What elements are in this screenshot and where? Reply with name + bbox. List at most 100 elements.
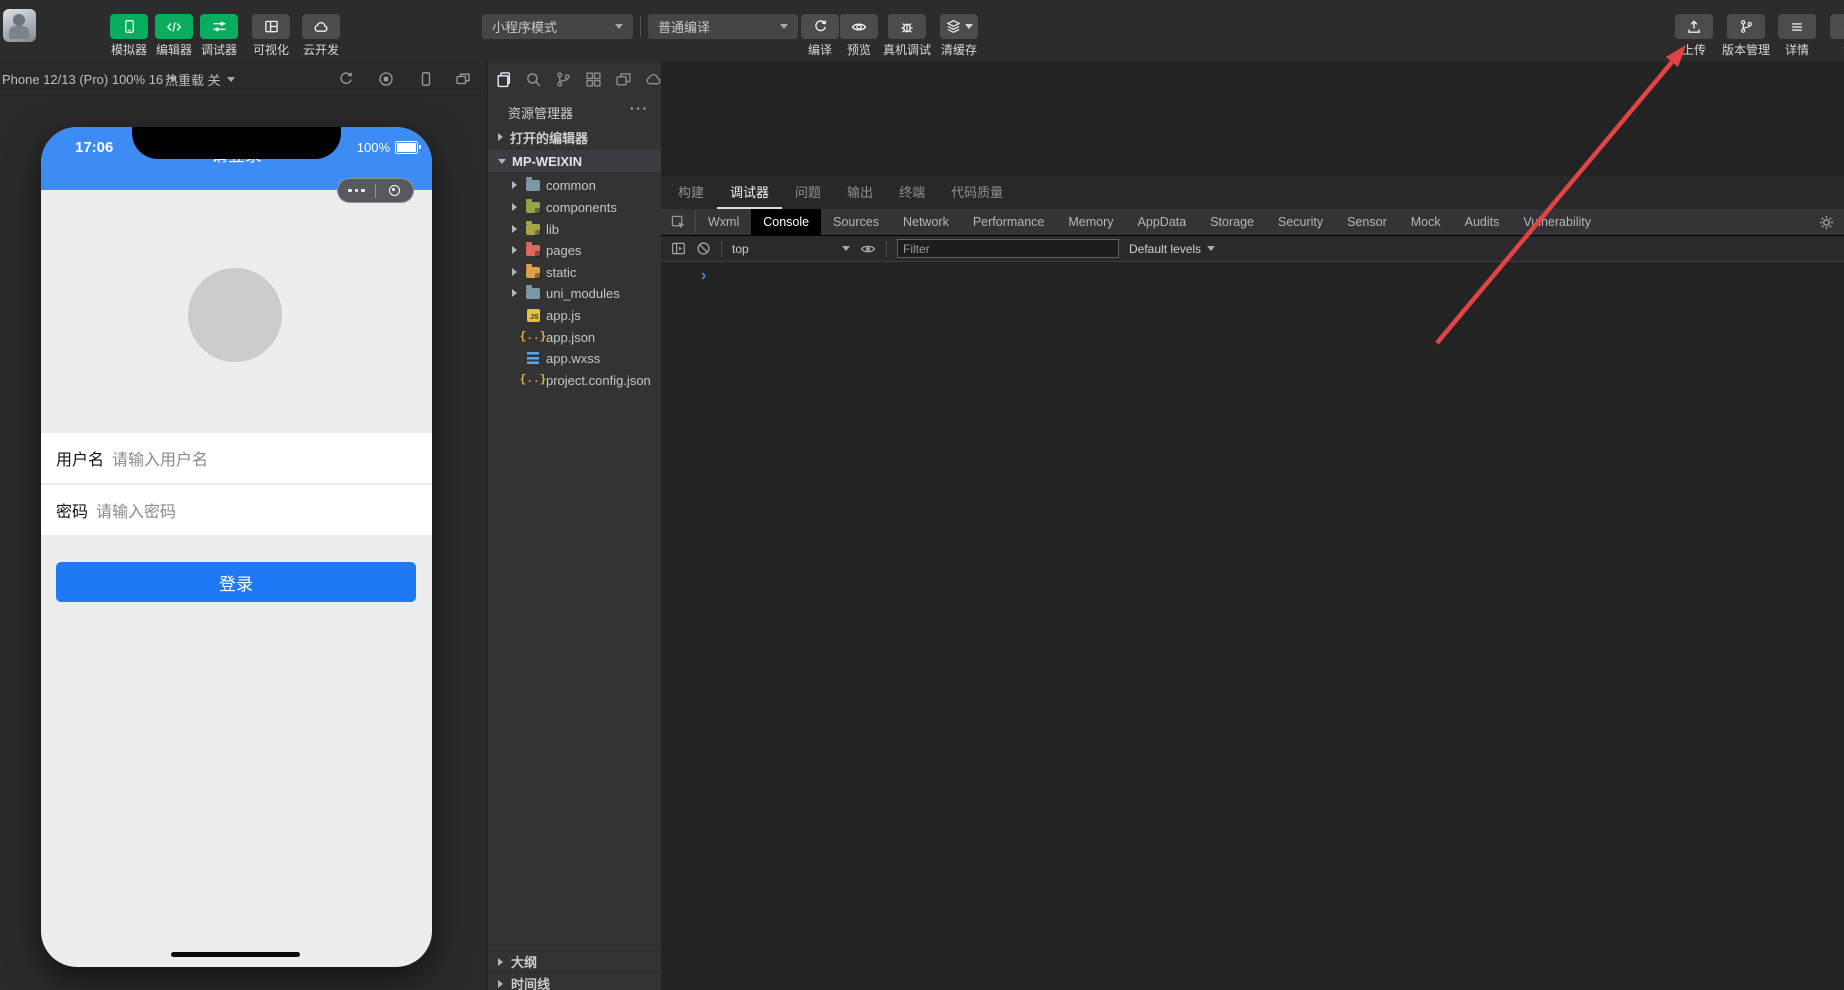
editor-toggle-button[interactable]: 编辑器 bbox=[155, 14, 193, 56]
top-toolbar: 模拟器 编辑器 调试器 可视化 云开发 小程序模式 普通编译 编译 预览 真机调… bbox=[0, 0, 1844, 63]
window-icon[interactable] bbox=[615, 71, 632, 88]
password-field-row[interactable]: 密码 请输入密码 bbox=[41, 485, 432, 536]
upload-icon bbox=[1686, 19, 1702, 35]
field-placeholder: 请输入密码 bbox=[96, 504, 177, 521]
tab-output[interactable]: 输出 bbox=[834, 176, 886, 209]
search-icon[interactable] bbox=[525, 71, 542, 88]
chevron-down-icon bbox=[1207, 246, 1216, 251]
login-button[interactable]: 登录 bbox=[56, 562, 416, 602]
username-field-row[interactable]: 用户名 请输入用户名 bbox=[41, 433, 432, 484]
debugger-panel: 构建 调试器 问题 输出 终端 代码质量 Wxml Console Source… bbox=[661, 62, 1844, 990]
cloud-sync-icon[interactable] bbox=[645, 71, 661, 88]
mode-dropdown[interactable]: 小程序模式 bbox=[482, 14, 633, 39]
visualization-toggle-button[interactable]: 可视化 bbox=[252, 14, 290, 56]
cloud-dev-button[interactable]: 云开发 bbox=[302, 14, 340, 56]
device-selector[interactable]: Phone 12/13 (Pro) 100% 16 bbox=[2, 62, 178, 96]
tree-item-folder[interactable]: pages bbox=[488, 239, 661, 261]
sidebar-toggle-icon[interactable] bbox=[671, 241, 686, 256]
devtools-tab-audits[interactable]: Audits bbox=[1453, 209, 1512, 235]
messages-button-clipped[interactable]: 消 bbox=[1830, 14, 1844, 56]
compile-mode-dropdown[interactable]: 普通编译 bbox=[648, 14, 798, 39]
devtools-tab-performance[interactable]: Performance bbox=[961, 209, 1057, 235]
project-root-item[interactable]: MP-WEIXIN bbox=[488, 150, 661, 172]
remote-debug-button[interactable]: 真机调试 bbox=[883, 14, 931, 56]
tab-code-quality[interactable]: 代码质量 bbox=[938, 176, 1016, 209]
eye-icon bbox=[851, 19, 867, 35]
console-prompt-chevron[interactable]: › bbox=[701, 268, 706, 284]
toolbar-divider bbox=[640, 16, 641, 37]
log-levels-selector[interactable]: Default levels bbox=[1129, 242, 1216, 256]
console-filter-input[interactable] bbox=[897, 239, 1119, 258]
explorer-icon-bar bbox=[488, 62, 661, 96]
file-name: app.js bbox=[546, 307, 581, 323]
tree-item-folder[interactable]: static bbox=[488, 261, 661, 283]
devtools-tab-console[interactable]: Console bbox=[751, 209, 822, 235]
tree-item-folder[interactable]: lib bbox=[488, 218, 661, 240]
devtools-tab-memory[interactable]: Memory bbox=[1056, 209, 1125, 235]
phone-simulator: 请登录 17:06 100% 用户名 请输入用户名 bbox=[41, 127, 432, 967]
version-control-button[interactable]: 版本管理 bbox=[1722, 14, 1770, 56]
tree-item-file[interactable]: JS app.js bbox=[488, 304, 661, 326]
phone-frame-icon[interactable] bbox=[418, 71, 434, 87]
debugger-toggle-button[interactable]: 调试器 bbox=[200, 14, 238, 56]
devtools-tab-appdata[interactable]: AppData bbox=[1126, 209, 1199, 235]
hot-reload-label: 热重载 关 bbox=[165, 72, 221, 88]
more-actions-icon[interactable]: ··· bbox=[630, 101, 649, 116]
capsule-home-button[interactable] bbox=[376, 179, 413, 202]
tab-debugger[interactable]: 调试器 bbox=[717, 176, 783, 209]
context-selector[interactable]: top bbox=[732, 242, 850, 256]
profile-avatar-placeholder[interactable] bbox=[188, 268, 282, 362]
rotate-icon[interactable] bbox=[338, 71, 354, 87]
capsule-menu bbox=[337, 178, 414, 203]
open-editors-section[interactable]: 打开的编辑器 bbox=[488, 126, 661, 148]
devtools-tab-mock[interactable]: Mock bbox=[1399, 209, 1453, 235]
details-button[interactable]: 详情 bbox=[1778, 14, 1816, 56]
record-icon[interactable] bbox=[378, 71, 394, 87]
folder-name: components bbox=[546, 199, 617, 215]
home-indicator bbox=[171, 952, 300, 957]
tree-item-folder[interactable]: uni_modules bbox=[488, 282, 661, 304]
chevron-down-icon bbox=[842, 246, 850, 251]
files-icon[interactable] bbox=[495, 71, 512, 88]
devtools-tab-wxml[interactable]: Wxml bbox=[696, 209, 751, 235]
clear-console-icon[interactable] bbox=[696, 241, 711, 256]
upload-button[interactable]: 上传 bbox=[1675, 14, 1713, 56]
extensions-icon[interactable] bbox=[585, 71, 602, 88]
git-branch-icon bbox=[1738, 19, 1753, 34]
explorer-title: 资源管理器 bbox=[508, 106, 574, 121]
outline-section[interactable]: 大纲 bbox=[488, 950, 661, 972]
timeline-section[interactable]: 时间线 bbox=[488, 972, 661, 990]
multi-window-icon[interactable] bbox=[455, 71, 471, 87]
tree-item-file[interactable]: app.wxss bbox=[488, 347, 661, 369]
tab-terminal[interactable]: 终端 bbox=[886, 176, 938, 209]
folder-name: common bbox=[546, 177, 596, 193]
devtools-tab-storage[interactable]: Storage bbox=[1198, 209, 1266, 235]
capsule-more-button[interactable] bbox=[338, 179, 375, 202]
field-placeholder: 请输入用户名 bbox=[112, 452, 209, 469]
tab-build[interactable]: 构建 bbox=[665, 176, 717, 209]
preview-button[interactable]: 预览 bbox=[840, 14, 878, 56]
status-battery: 100% bbox=[357, 140, 421, 155]
eye-watch-icon[interactable] bbox=[860, 241, 876, 257]
tree-item-file[interactable]: {..} project.config.json bbox=[488, 369, 661, 391]
user-avatar[interactable] bbox=[3, 9, 36, 42]
hot-reload-selector[interactable]: 热重载 关 bbox=[165, 62, 235, 96]
clear-cache-button[interactable]: 清缓存 bbox=[940, 14, 978, 56]
file-name: app.wxss bbox=[546, 350, 601, 366]
devtools-tab-vulnerability[interactable]: Vulnerability bbox=[1511, 209, 1603, 235]
tree-item-folder[interactable]: common bbox=[488, 174, 661, 196]
simulator-toggle-button[interactable]: 模拟器 bbox=[110, 14, 148, 56]
devtools-tab-network[interactable]: Network bbox=[891, 209, 961, 235]
phone-icon bbox=[122, 19, 137, 34]
devtools-settings-gear-icon[interactable] bbox=[1819, 209, 1834, 236]
compile-button[interactable]: 编译 bbox=[801, 14, 839, 56]
tab-problems[interactable]: 问题 bbox=[782, 176, 834, 209]
devtools-tab-sensor[interactable]: Sensor bbox=[1335, 209, 1399, 235]
tree-item-folder[interactable]: components bbox=[488, 196, 661, 218]
inspect-element-icon[interactable] bbox=[661, 209, 696, 235]
action-button-label: 预览 bbox=[846, 43, 871, 57]
devtools-tab-sources[interactable]: Sources bbox=[821, 209, 891, 235]
tree-item-file[interactable]: {..} app.json bbox=[488, 326, 661, 348]
devtools-tab-security[interactable]: Security bbox=[1266, 209, 1335, 235]
source-control-icon[interactable] bbox=[555, 71, 572, 88]
